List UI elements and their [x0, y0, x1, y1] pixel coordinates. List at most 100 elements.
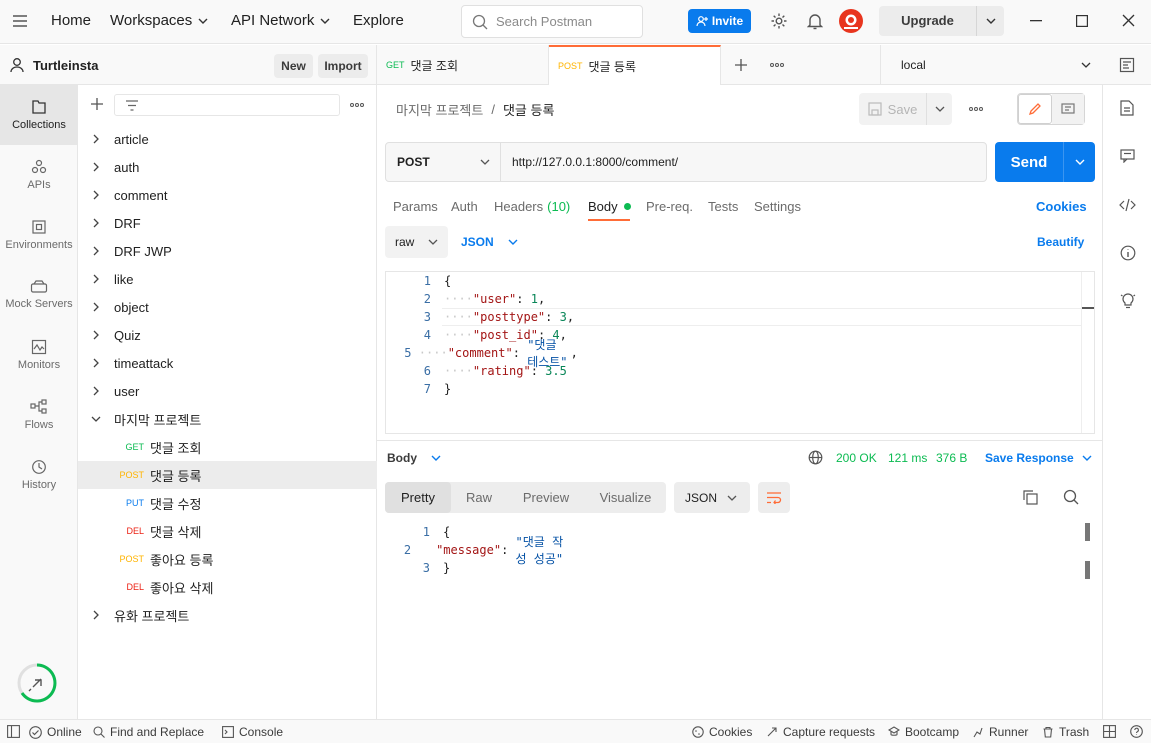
minimize-icon[interactable]: [1030, 20, 1042, 22]
invite-button[interactable]: Invite: [688, 9, 751, 33]
add-collection-icon[interactable]: [91, 98, 103, 110]
collection-item[interactable]: DRF: [78, 209, 377, 237]
breadcrumb-parent[interactable]: 마지막 프로젝트: [396, 100, 483, 119]
save-button[interactable]: Save: [859, 93, 952, 125]
rail-mock-servers[interactable]: Mock Servers: [0, 265, 78, 325]
save-response-button[interactable]: Save Response: [985, 451, 1092, 465]
avatar[interactable]: [839, 9, 863, 33]
url-input[interactable]: http://127.0.0.1:8000/comment/: [501, 155, 678, 169]
view-pretty[interactable]: Pretty: [385, 482, 451, 513]
tab-post-comment[interactable]: POST 댓글 등록: [549, 45, 721, 85]
collection-item[interactable]: comment: [78, 181, 377, 209]
tab-body[interactable]: Body: [588, 199, 631, 214]
tab-params[interactable]: Params: [393, 199, 438, 214]
send-button[interactable]: Send: [995, 142, 1095, 182]
body-type-select[interactable]: raw: [385, 226, 448, 258]
collection-item[interactable]: like: [78, 265, 377, 293]
cookies-button[interactable]: Cookies: [692, 725, 752, 739]
environment-select[interactable]: local: [880, 45, 1102, 85]
response-body-viewer[interactable]: 1{2 "message": "댓글 작성 성공" 3}: [385, 523, 1095, 713]
comment-mode-button[interactable]: [1052, 94, 1084, 124]
capture-requests-button[interactable]: Capture requests: [766, 725, 875, 739]
nav-home[interactable]: Home: [51, 12, 91, 29]
bootcamp-button[interactable]: Bootcamp: [888, 725, 959, 739]
progress-rocket-icon[interactable]: [17, 663, 57, 703]
filter-input[interactable]: [114, 94, 340, 116]
rail-history[interactable]: History: [0, 445, 78, 505]
send-dropdown[interactable]: [1063, 142, 1095, 182]
view-visualize[interactable]: Visualize: [585, 482, 666, 513]
close-window-icon[interactable]: [1122, 14, 1135, 27]
request-item[interactable]: GET 댓글 조회: [78, 433, 377, 461]
tabs-more-icon[interactable]: [770, 63, 784, 67]
new-button[interactable]: New: [274, 54, 313, 78]
cookies-link[interactable]: Cookies: [1036, 199, 1087, 214]
tab-auth[interactable]: Auth: [451, 199, 478, 214]
format-select[interactable]: JSON: [461, 235, 518, 249]
request-body-editor[interactable]: 1{2 ···· "user": 1, 3 ···· "posttype": 3, 4 ···…: [385, 271, 1095, 434]
collection-item[interactable]: article: [78, 125, 377, 153]
info-icon[interactable]: [1120, 245, 1136, 261]
beautify-button[interactable]: Beautify: [1037, 235, 1084, 249]
maximize-icon[interactable]: [1076, 15, 1088, 27]
toggle-sidebar-icon[interactable]: [7, 725, 20, 738]
rail-monitors[interactable]: Monitors: [0, 325, 78, 385]
new-tab-icon[interactable]: [735, 59, 747, 71]
breadcrumb-current[interactable]: 댓글 등록: [503, 100, 554, 119]
response-size[interactable]: 376 B: [936, 451, 967, 465]
request-item[interactable]: POST 댓글 등록: [78, 461, 377, 489]
settings-gear-icon[interactable]: [770, 12, 788, 30]
runner-button[interactable]: Runner: [972, 725, 1028, 739]
collection-item[interactable]: timeattack: [78, 349, 377, 377]
search-input[interactable]: Search Postman: [461, 5, 643, 38]
tab-tests[interactable]: Tests: [708, 199, 738, 214]
globe-icon[interactable]: [808, 450, 823, 465]
collection-item[interactable]: 유화 프로젝트: [78, 601, 377, 629]
layout-toggle-icon[interactable]: [1103, 725, 1116, 738]
response-body-select[interactable]: Body: [387, 451, 441, 465]
collection-item[interactable]: user: [78, 377, 377, 405]
trash-button[interactable]: Trash: [1042, 725, 1089, 739]
request-item[interactable]: POST 좋아요 등록: [78, 545, 377, 573]
save-dropdown[interactable]: [927, 106, 952, 112]
view-raw[interactable]: Raw: [451, 482, 507, 513]
upgrade-button[interactable]: Upgrade: [879, 6, 1004, 36]
response-format-select[interactable]: JSON: [674, 482, 750, 513]
rail-apis[interactable]: APIs: [0, 145, 78, 205]
response-search-icon[interactable]: [1063, 489, 1079, 505]
status-code[interactable]: 200 OK: [836, 451, 877, 465]
tab-headers[interactable]: Headers (10): [494, 199, 570, 214]
console-button[interactable]: Console: [222, 725, 283, 739]
tab-get-comment[interactable]: GET 댓글 조회: [377, 45, 549, 85]
collection-item[interactable]: Quiz: [78, 321, 377, 349]
request-item[interactable]: DEL 댓글 삭제: [78, 517, 377, 545]
lightbulb-icon[interactable]: [1120, 292, 1136, 309]
notification-bell-icon[interactable]: [807, 12, 823, 30]
rail-collections[interactable]: Collections: [0, 85, 78, 145]
collection-item[interactable]: DRF JWP: [78, 237, 377, 265]
collection-item[interactable]: auth: [78, 153, 377, 181]
wrap-lines-button[interactable]: [758, 482, 790, 513]
more-options-icon[interactable]: [350, 103, 364, 107]
nav-workspaces[interactable]: Workspaces: [110, 12, 208, 29]
online-status[interactable]: Online: [29, 725, 82, 739]
upgrade-dropdown-chevron[interactable]: [977, 18, 1004, 24]
view-preview[interactable]: Preview: [507, 482, 585, 513]
import-button[interactable]: Import: [318, 54, 368, 78]
rail-environments[interactable]: Environments: [0, 205, 78, 265]
comments-icon[interactable]: [1120, 149, 1135, 163]
request-item[interactable]: PUT 댓글 수정: [78, 489, 377, 517]
response-time[interactable]: 121 ms: [888, 451, 927, 465]
request-more-icon[interactable]: [969, 107, 983, 111]
workspace-name[interactable]: Turtleinsta: [33, 58, 99, 73]
rail-flows[interactable]: Flows: [0, 385, 78, 445]
collection-item[interactable]: object: [78, 293, 377, 321]
documentation-icon[interactable]: [1120, 100, 1134, 116]
tab-prereq[interactable]: Pre-req.: [646, 199, 693, 214]
nav-explore[interactable]: Explore: [353, 12, 404, 29]
method-select[interactable]: POST: [386, 143, 501, 181]
edit-mode-button[interactable]: [1018, 94, 1052, 124]
nav-api-network[interactable]: API Network: [231, 12, 330, 29]
code-snippet-icon[interactable]: [1119, 198, 1136, 212]
editor-scrollbar[interactable]: [1081, 272, 1095, 433]
